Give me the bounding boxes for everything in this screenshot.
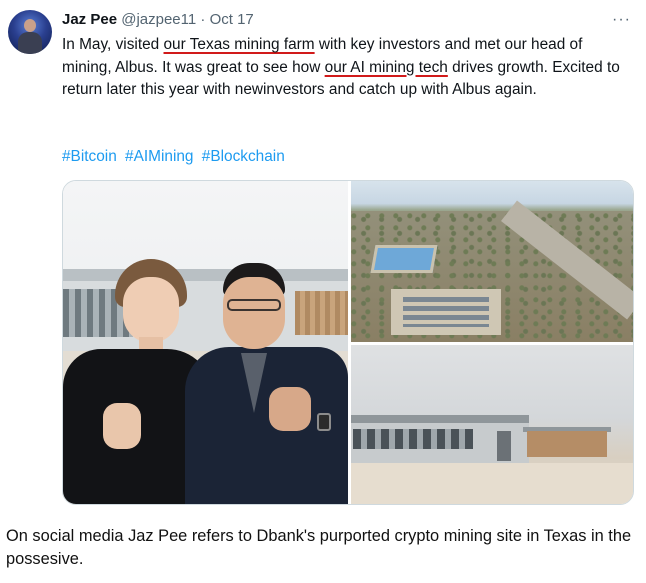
tweet-text: In May, visited our Texas mining farm wi… [62,34,632,102]
author-name[interactable]: Jaz Pee [62,11,117,28]
shed-vents [353,429,473,449]
avatar-head [24,19,36,32]
media-grid [62,180,634,505]
photo-aerial-mining-site[interactable] [351,181,633,342]
photo-mining-shed[interactable] [351,345,633,504]
author-handle[interactable]: @jazpee11 [121,11,196,28]
more-horizontal-icon[interactable]: ··· [612,10,631,30]
glasses [227,299,281,311]
avatar-body [18,32,42,54]
thumbs-up-hand [103,403,141,449]
tweet-header: Jaz Pee @jazpee11 · Oct 17 [62,10,254,30]
tweet-card: Jaz Pee @jazpee11 · Oct 17 ··· In May, v… [0,0,646,515]
photo-two-men-thumbs-up[interactable] [63,181,348,504]
tweet-text-part: In May, visited [62,36,164,53]
underlined-phrase: our Texas mining farm [163,36,315,53]
water-pond [370,245,438,273]
hashtag-link[interactable]: #AIMining [125,148,193,165]
mining-containers [403,297,489,327]
thumbs-up-hand [269,387,311,431]
watch [317,413,331,431]
separator-dot: · [200,11,206,28]
hashtag-link[interactable]: #Blockchain [202,148,285,165]
avatar[interactable] [8,10,52,54]
tweet-date[interactable]: Oct 17 [210,11,254,28]
hashtag-link[interactable]: #Bitcoin [62,148,117,165]
underlined-phrase: our AI mining tech [324,58,448,76]
image-caption: On social media Jaz Pee refers to Dbank'… [6,527,632,568]
hashtag-list: #Bitcoin #AIMining #Blockchain [62,146,289,168]
